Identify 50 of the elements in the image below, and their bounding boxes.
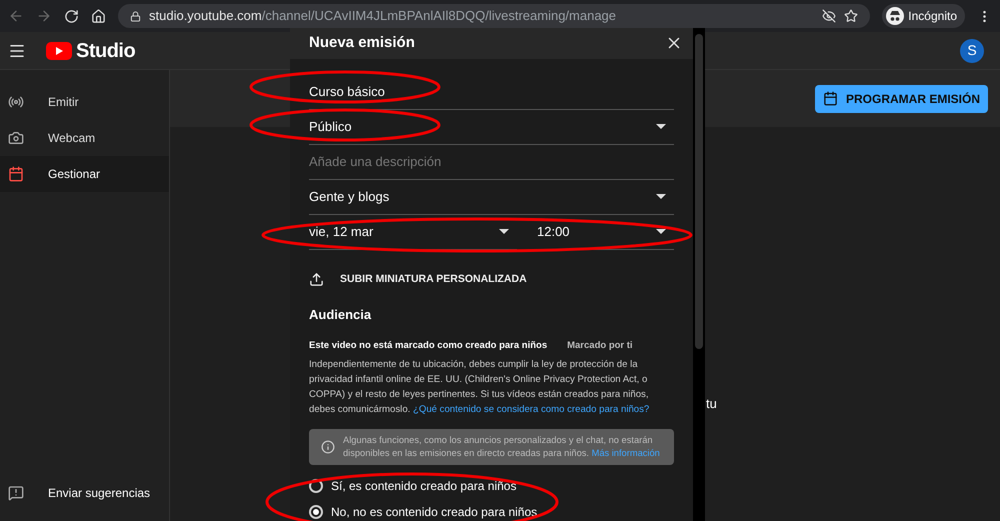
info-icon <box>321 440 335 454</box>
scrollbar[interactable] <box>693 28 705 521</box>
input-field[interactable]: Curso básico <box>309 74 674 110</box>
dropdown-caret-icon <box>656 124 666 129</box>
broadcast-icon <box>8 94 24 110</box>
select-field[interactable]: Gente y blogs <box>309 180 674 214</box>
radio-option[interactable]: Sí, es contenido creado para niños <box>309 477 674 495</box>
sidebar-item[interactable]: Emitir <box>0 84 169 120</box>
kids-content-link[interactable]: ¿Qué contenido se considera como creado para niños? <box>413 404 650 415</box>
forward-icon[interactable] <box>36 8 52 24</box>
radio-button[interactable] <box>309 479 323 493</box>
camera-icon <box>8 130 24 146</box>
avatar[interactable]: S <box>960 38 984 62</box>
audience-status: Este video no está marcado como creado para niños <box>309 338 548 353</box>
input-field[interactable]: Añade una descripción <box>309 144 674 180</box>
dialog-title: Nueva emisión <box>309 33 416 53</box>
dropdown-caret-icon <box>656 194 666 199</box>
profile-chip[interactable]: Incógnito <box>882 4 965 28</box>
radio-button[interactable] <box>309 505 323 519</box>
url-text: studio.youtube.com/channel/UCAvIIM4JLmBPAnlAIl8DQQ/livestreaming/manage <box>149 7 616 26</box>
lock-icon <box>130 10 141 22</box>
schedule-button[interactable]: PROGRAMAR EMISIÓN <box>814 84 988 112</box>
background-text: tu <box>706 395 717 413</box>
upload-thumbnail-button[interactable]: SUBIR MINIATURA PERSONALIZADA <box>309 272 674 288</box>
coppa-paragraph: Independientemente de tu ubicación, debes cumplir la ley de protección de la privacidad infantil online de EE. UU. (Children's Online Privacy Protection Act, o COPPA) y el resto de leyes pertinentes. Si tus vídeos están creados para niños, debes comunicármoslo. ¿Qué contenido se considera como creado para niños? <box>309 358 650 417</box>
eye-slash-icon[interactable] <box>822 9 836 23</box>
sidebar-item[interactable]: Gestionar <box>0 156 169 192</box>
time-select[interactable]: 12:00 <box>537 214 674 250</box>
address-bar[interactable]: studio.youtube.com/channel/UCAvIIM4JLmBPAnlAIl8DQQ/livestreaming/manage <box>118 4 870 28</box>
incognito-icon <box>886 7 904 25</box>
feedback-item[interactable]: Enviar sugerencias <box>0 475 169 511</box>
star-icon[interactable] <box>844 9 858 23</box>
upload-icon <box>309 272 324 287</box>
back-icon[interactable] <box>8 8 24 24</box>
reload-icon[interactable] <box>64 8 79 24</box>
radio-option[interactable]: No, no es contenido creado para niños <box>309 503 674 521</box>
select-field[interactable]: Público <box>309 110 674 144</box>
home-icon[interactable] <box>91 8 106 24</box>
youtube-logo-icon <box>46 42 72 60</box>
calendar-icon <box>822 91 838 106</box>
sidebar-item[interactable]: Webcam <box>0 120 169 156</box>
marked-by-text: Marcado por ti <box>567 338 633 353</box>
date-select[interactable]: vie, 12 mar <box>309 214 517 250</box>
notice-text: Algunas funciones, como los anuncios personalizados y el chat, no estarán disponibles en las emisiones en directo creadas para niños. Más información <box>343 434 661 460</box>
studio-logo[interactable]: Studio <box>76 36 136 66</box>
calendar-icon <box>8 166 24 182</box>
feedback-icon <box>8 485 24 501</box>
dropdown-caret-icon <box>499 229 509 234</box>
audience-heading: Audiencia <box>309 306 372 324</box>
dropdown-caret-icon <box>656 229 666 234</box>
